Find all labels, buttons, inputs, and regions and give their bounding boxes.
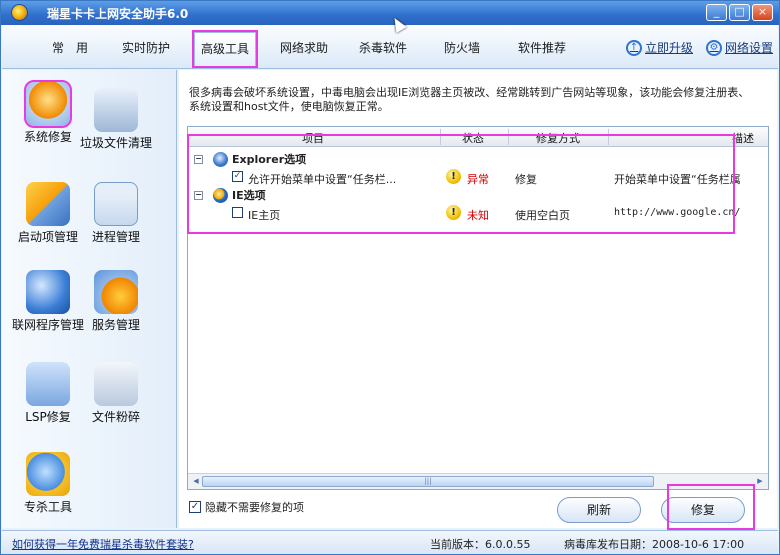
maximize-button[interactable]: □ bbox=[729, 4, 750, 21]
window-controls: _ □ × bbox=[706, 4, 773, 21]
app-logo-icon bbox=[11, 4, 28, 21]
hide-unneeded-checkbox[interactable]: ✓ bbox=[189, 501, 201, 513]
scroll-right-icon[interactable]: ▶ bbox=[754, 476, 766, 487]
warning-icon: ! bbox=[446, 169, 461, 184]
sidebar-item-trash-cleanup[interactable]: 垃圾文件清理 bbox=[76, 88, 156, 150]
lsp-repair-icon bbox=[26, 362, 70, 406]
process-manager-icon bbox=[94, 182, 138, 226]
row-status: 异常 bbox=[467, 173, 489, 186]
col-fix-method[interactable]: 修复方式 bbox=[536, 130, 580, 146]
hide-unneeded-option[interactable]: ✓ 隐藏不需要修复的项 bbox=[189, 499, 304, 515]
row-fix-method: 使用空白页 bbox=[515, 209, 570, 222]
network-program-icon bbox=[26, 270, 70, 314]
service-manager-icon bbox=[94, 270, 138, 314]
highlight-frame bbox=[667, 484, 755, 530]
status-bar: 如何获得一年免费瑞星杀毒软件套装? 当前版本：6.0.0.55 病毒库发布日期：… bbox=[2, 530, 778, 554]
main-panel: 很多病毒会破坏系统设置，中毒电脑会出现IE浏览器主页被改、经常跳转到广告网站等现… bbox=[179, 70, 777, 528]
sidebar-item-service-manager[interactable]: 服务管理 bbox=[76, 270, 156, 332]
version-text: 当前版本：6.0.0.55 bbox=[430, 538, 531, 551]
promo-link[interactable]: 如何获得一年免费瑞星杀毒软件套装? bbox=[12, 536, 194, 552]
col-detail[interactable]: 描述 bbox=[732, 130, 754, 146]
sidebar-item-process-manager[interactable]: 进程管理 bbox=[76, 182, 156, 244]
warning-icon: ! bbox=[446, 205, 461, 220]
row-detail: http://www.google.cn/ bbox=[614, 207, 741, 218]
row-status: 未知 bbox=[467, 209, 489, 222]
feature-description: 很多病毒会破坏系统设置，中毒电脑会出现IE浏览器主页被改、经常跳转到广告网站等现… bbox=[189, 86, 750, 113]
group-ie[interactable]: − IE选项 bbox=[194, 187, 266, 203]
minimize-button[interactable]: _ bbox=[706, 4, 727, 21]
scroll-left-icon[interactable]: ◀ bbox=[190, 476, 202, 487]
tab-common[interactable]: 常 用 bbox=[52, 39, 88, 56]
collapse-icon[interactable]: − bbox=[194, 154, 203, 164]
col-status[interactable]: 状态 bbox=[462, 130, 484, 146]
col-item[interactable]: 项目 bbox=[302, 130, 324, 146]
close-button[interactable]: × bbox=[752, 4, 773, 21]
system-repair-icon bbox=[24, 80, 72, 128]
column-divider bbox=[608, 129, 609, 145]
row-detail: 开始菜单中设置“任务栏属 bbox=[614, 173, 741, 186]
refresh-button[interactable]: 刷新 bbox=[557, 497, 641, 523]
file-shredder-icon bbox=[94, 362, 138, 406]
tab-advanced-tools[interactable]: 高级工具 bbox=[191, 30, 259, 68]
sidebar-item-label: 垃圾文件清理 bbox=[79, 136, 152, 150]
tool-sidebar: 系统修复 垃圾文件清理 启动项管理 进程管理 联网程序管理 服务管理 LSP修复 bbox=[2, 70, 177, 528]
upgrade-icon: ↑ bbox=[626, 39, 642, 56]
tab-firewall[interactable]: 防火墙 bbox=[444, 39, 480, 56]
network-settings-icon: ⚙ bbox=[706, 39, 722, 56]
column-divider bbox=[440, 129, 441, 145]
row-item: IE主页 bbox=[248, 209, 281, 222]
window-title: 瑞星卡卡上网安全助手6.0 bbox=[47, 7, 189, 21]
network-settings-link[interactable]: ⚙ 网络设置 bbox=[706, 39, 773, 56]
sidebar-item-label: 服务管理 bbox=[91, 318, 140, 332]
repair-list[interactable]: 项目 状态 修复方式 描述 − Explorer选项 ✓ 允许开始菜单中设置“任… bbox=[187, 126, 769, 490]
group-label: IE选项 bbox=[232, 189, 266, 202]
tab-software-recommend[interactable]: 软件推荐 bbox=[518, 39, 566, 56]
tab-online-help[interactable]: 网络求助 bbox=[280, 39, 328, 56]
hide-unneeded-label: 隐藏不需要修复的项 bbox=[205, 501, 304, 514]
group-explorer[interactable]: − Explorer选项 bbox=[194, 151, 306, 167]
tab-antivirus[interactable]: 杀毒软件 bbox=[359, 39, 407, 56]
startup-manager-icon bbox=[26, 182, 70, 226]
list-header: 项目 状态 修复方式 描述 bbox=[188, 127, 768, 147]
sidebar-item-label: 文件粉碎 bbox=[91, 410, 140, 424]
group-label: Explorer选项 bbox=[232, 153, 307, 166]
network-settings-label: 网络设置 bbox=[725, 41, 774, 55]
list-item[interactable]: IE主页 ! 未知 使用空白页 http://www.google.cn/ bbox=[188, 205, 768, 223]
trash-cleanup-icon bbox=[94, 88, 138, 132]
upgrade-label: 立即升级 bbox=[645, 41, 694, 55]
scrollbar-thumb[interactable]: ||| bbox=[202, 476, 654, 487]
row-item: 允许开始菜单中设置“任务栏... bbox=[248, 173, 397, 186]
row-checkbox[interactable]: ✓ bbox=[232, 171, 243, 182]
virus-db-date: 病毒库发布日期：2008-10-6 17:00 bbox=[564, 538, 745, 551]
upgrade-link[interactable]: ↑ 立即升级 bbox=[626, 39, 693, 56]
row-fix-method: 修复 bbox=[515, 173, 537, 186]
special-kill-icon bbox=[26, 452, 70, 496]
sidebar-item-label: 进程管理 bbox=[91, 230, 140, 244]
ie-icon bbox=[213, 187, 228, 203]
column-divider bbox=[508, 129, 509, 145]
row-checkbox[interactable] bbox=[232, 207, 243, 218]
top-nav: 常 用 实时防护 高级工具 网络求助 杀毒软件 防火墙 软件推荐 ↑ 立即升级 … bbox=[2, 25, 778, 69]
app-window: 瑞星卡卡上网安全助手6.0 _ □ × 常 用 实时防护 高级工具 网络求助 杀… bbox=[0, 0, 780, 555]
sidebar-item-file-shredder[interactable]: 文件粉碎 bbox=[76, 362, 156, 424]
sidebar-item-special-kill[interactable]: 专杀工具 bbox=[8, 452, 88, 514]
collapse-icon[interactable]: − bbox=[194, 190, 203, 200]
sidebar-item-label: 专杀工具 bbox=[23, 500, 72, 514]
list-item[interactable]: ✓ 允许开始菜单中设置“任务栏... ! 异常 修复 开始菜单中设置“任务栏属 bbox=[188, 169, 768, 187]
explorer-icon bbox=[213, 151, 228, 167]
tab-realtime-protection[interactable]: 实时防护 bbox=[122, 39, 170, 56]
